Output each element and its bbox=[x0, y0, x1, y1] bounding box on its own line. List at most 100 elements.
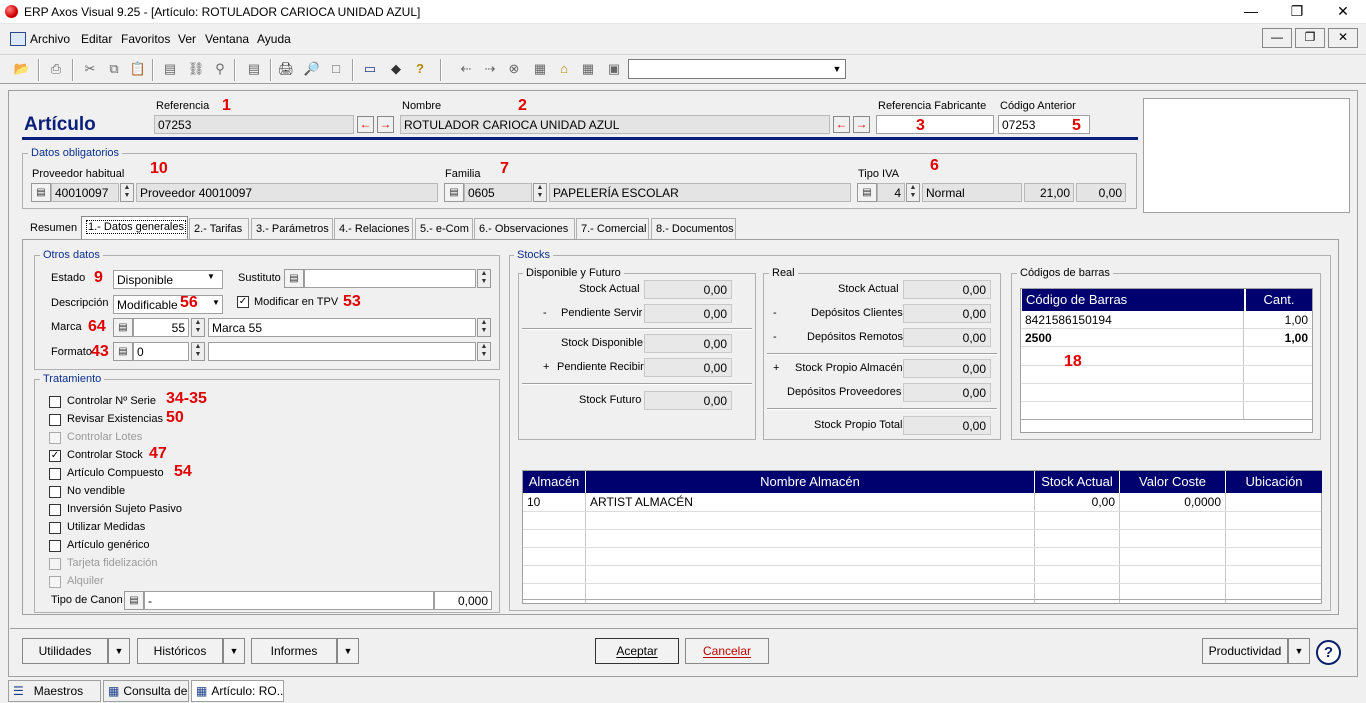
cancelar-button[interactable]: Cancelar bbox=[685, 638, 769, 664]
informes-button[interactable]: Informes bbox=[251, 638, 337, 664]
forward-arrow-icon[interactable]: ⇢ bbox=[480, 59, 500, 79]
spin-updown-icon[interactable]: ▲ ▼ bbox=[191, 342, 205, 361]
lookup-icon[interactable]: ▤ bbox=[124, 591, 144, 610]
next-arrow-icon[interactable]: → bbox=[853, 116, 870, 133]
tratamiento-checkbox[interactable] bbox=[49, 540, 61, 552]
spin-updown-icon[interactable]: ▲ ▼ bbox=[477, 342, 491, 361]
tab-observaciones[interactable]: 6.- Observaciones bbox=[474, 218, 575, 240]
mdi-restore-icon[interactable]: ❐ bbox=[1295, 28, 1325, 48]
almacen-name-cell[interactable]: ARTIST ALMACÉN bbox=[586, 493, 1034, 511]
tipo-canon-field[interactable]: - bbox=[144, 591, 434, 610]
lookup-icon[interactable]: ▤ bbox=[857, 183, 877, 202]
quantity-cell[interactable]: 1,00 bbox=[1244, 311, 1312, 329]
chevron-down-icon[interactable]: ▼ bbox=[829, 60, 845, 78]
close-icon[interactable]: ✕ bbox=[1320, 0, 1366, 24]
tab-resumen[interactable]: Resumen bbox=[26, 218, 80, 240]
minimize-icon[interactable]: — bbox=[1228, 0, 1274, 24]
help-icon[interactable]: ? bbox=[410, 59, 430, 79]
chevron-down-icon[interactable]: ▼ bbox=[207, 272, 215, 281]
proveedor-code-field[interactable]: 40010097 bbox=[51, 183, 119, 202]
menu-ventana[interactable]: Ventana bbox=[205, 32, 249, 46]
familia-code-field[interactable]: 0605 bbox=[464, 183, 532, 202]
prev-arrow-icon[interactable]: ← bbox=[833, 116, 850, 133]
tab-comercial[interactable]: 7.- Comercial bbox=[576, 218, 649, 240]
spin-updown-icon[interactable]: ▲ ▼ bbox=[477, 318, 491, 337]
tratamiento-option[interactable]: Artículo Compuesto bbox=[49, 467, 249, 483]
tratamiento-checkbox[interactable] bbox=[49, 486, 61, 498]
barcode-header[interactable]: Código de Barras bbox=[1022, 289, 1244, 311]
productividad-dropdown-icon[interactable]: ▼ bbox=[1288, 638, 1310, 664]
descripcion-select[interactable]: Modificable bbox=[113, 295, 223, 314]
cut-icon[interactable]: ✂ bbox=[80, 59, 100, 79]
stock-actual-header[interactable]: Stock Actual bbox=[1035, 471, 1119, 493]
lookup-icon[interactable]: ▤ bbox=[284, 269, 304, 288]
print-preview-icon[interactable]: 🔎 bbox=[302, 59, 322, 79]
prev-arrow-icon[interactable]: ← bbox=[357, 116, 374, 133]
historicos-dropdown-icon[interactable]: ▼ bbox=[223, 638, 245, 664]
utilidades-dropdown-icon[interactable]: ▼ bbox=[108, 638, 130, 664]
tratamiento-checkbox[interactable] bbox=[49, 522, 61, 534]
tratamiento-checkbox[interactable] bbox=[49, 468, 61, 480]
task-articulo[interactable]: ▦ Artículo: RO... bbox=[191, 680, 284, 702]
spin-updown-icon[interactable]: ▲ ▼ bbox=[191, 318, 205, 337]
tab-tarifas[interactable]: 2.- Tarifas bbox=[189, 218, 249, 240]
history-icon[interactable]: ▦ bbox=[578, 59, 598, 79]
utilidades-button[interactable]: Utilidades bbox=[22, 638, 108, 664]
restore-icon[interactable]: ❐ bbox=[1274, 0, 1320, 24]
lookup-icon[interactable]: ▤ bbox=[113, 318, 133, 337]
ubicacion-header[interactable]: Ubicación bbox=[1226, 471, 1322, 493]
export-icon[interactable]: ⎙ bbox=[46, 59, 66, 79]
sustituto-field[interactable] bbox=[304, 269, 476, 288]
menu-archivo[interactable]: Archivo bbox=[30, 32, 70, 46]
tratamiento-option[interactable]: Controlar Nº Serie bbox=[49, 395, 249, 411]
stop-icon[interactable]: ⊗ bbox=[504, 59, 524, 79]
tab-relaciones[interactable]: 4.- Relaciones bbox=[334, 218, 413, 240]
tab-datos-generales[interactable]: 1.- Datos generales bbox=[81, 216, 188, 240]
referencia-fabricante-field[interactable] bbox=[876, 115, 994, 134]
quantity-header[interactable]: Cant. bbox=[1246, 289, 1312, 311]
image-panel[interactable] bbox=[1143, 98, 1350, 213]
spin-updown-icon[interactable]: ▲ ▼ bbox=[120, 183, 134, 202]
tab-parametros[interactable]: 3.- Parámetros bbox=[251, 218, 333, 240]
almacen-stock-cell[interactable]: 0,00 bbox=[1035, 493, 1119, 511]
tpv-checkbox[interactable]: ✓ bbox=[237, 296, 249, 308]
eraser-icon[interactable]: ◆ bbox=[386, 59, 406, 79]
address-combo[interactable]: ▼ bbox=[628, 59, 846, 79]
nombre-field[interactable]: ROTULADOR CARIOCA UNIDAD AZUL bbox=[400, 115, 830, 134]
spin-updown-icon[interactable]: ▲ ▼ bbox=[906, 183, 920, 202]
refresh-icon[interactable]: ▦ bbox=[530, 59, 550, 79]
tratamiento-checkbox[interactable] bbox=[49, 396, 61, 408]
formato-code-field[interactable]: 0 bbox=[133, 342, 189, 361]
search-icon[interactable]: ⚲ bbox=[210, 59, 230, 79]
task-consulta[interactable]: ▦Consulta de... bbox=[103, 680, 189, 702]
tratamiento-option[interactable]: Inversión Sujeto Pasivo bbox=[49, 503, 249, 519]
tratamiento-option[interactable]: Utilizar Medidas bbox=[49, 521, 249, 537]
spin-updown-icon[interactable]: ▲ ▼ bbox=[533, 183, 547, 202]
aceptar-button[interactable]: Aceptar bbox=[595, 638, 679, 664]
quantity-cell[interactable]: 1,00 bbox=[1244, 329, 1312, 347]
print-icon[interactable]: 🖨 bbox=[276, 59, 296, 79]
binoculars-icon[interactable]: ⛓ bbox=[186, 59, 206, 79]
lookup-icon[interactable]: ▤ bbox=[31, 183, 51, 202]
scanner-icon[interactable]: ▤ bbox=[244, 59, 264, 79]
menu-ver[interactable]: Ver bbox=[178, 32, 196, 46]
paste-icon[interactable]: 📋 bbox=[128, 59, 148, 79]
barcode-cell[interactable]: 2500 bbox=[1021, 329, 1243, 347]
almacen-header[interactable]: Almacén bbox=[523, 471, 585, 493]
lookup-icon[interactable]: ▤ bbox=[444, 183, 464, 202]
open-folder-icon[interactable]: 📂 bbox=[12, 59, 32, 79]
nombre-almacen-header[interactable]: Nombre Almacén bbox=[586, 471, 1034, 493]
next-arrow-icon[interactable]: → bbox=[377, 116, 394, 133]
menu-ayuda[interactable]: Ayuda bbox=[257, 32, 291, 46]
tab-documentos[interactable]: 8.- Documentos bbox=[651, 218, 736, 240]
mdi-close-icon[interactable]: ✕ bbox=[1328, 28, 1358, 48]
historicos-button[interactable]: Históricos bbox=[137, 638, 223, 664]
back-arrow-icon[interactable]: ⇠ bbox=[456, 59, 476, 79]
window-icon[interactable]: ▤ bbox=[160, 59, 180, 79]
tipo-iva-code-field[interactable]: 4 bbox=[877, 183, 905, 202]
task-maestros[interactable]: ☰ Maestros bbox=[8, 680, 101, 702]
tratamiento-checkbox[interactable] bbox=[49, 504, 61, 516]
tab-ecom[interactable]: 5.- e-Com bbox=[415, 218, 473, 240]
almacenes-table[interactable]: Almacén Nombre Almacén Stock Actual Valo… bbox=[522, 470, 1322, 604]
tratamiento-option[interactable]: No vendible bbox=[49, 485, 249, 501]
